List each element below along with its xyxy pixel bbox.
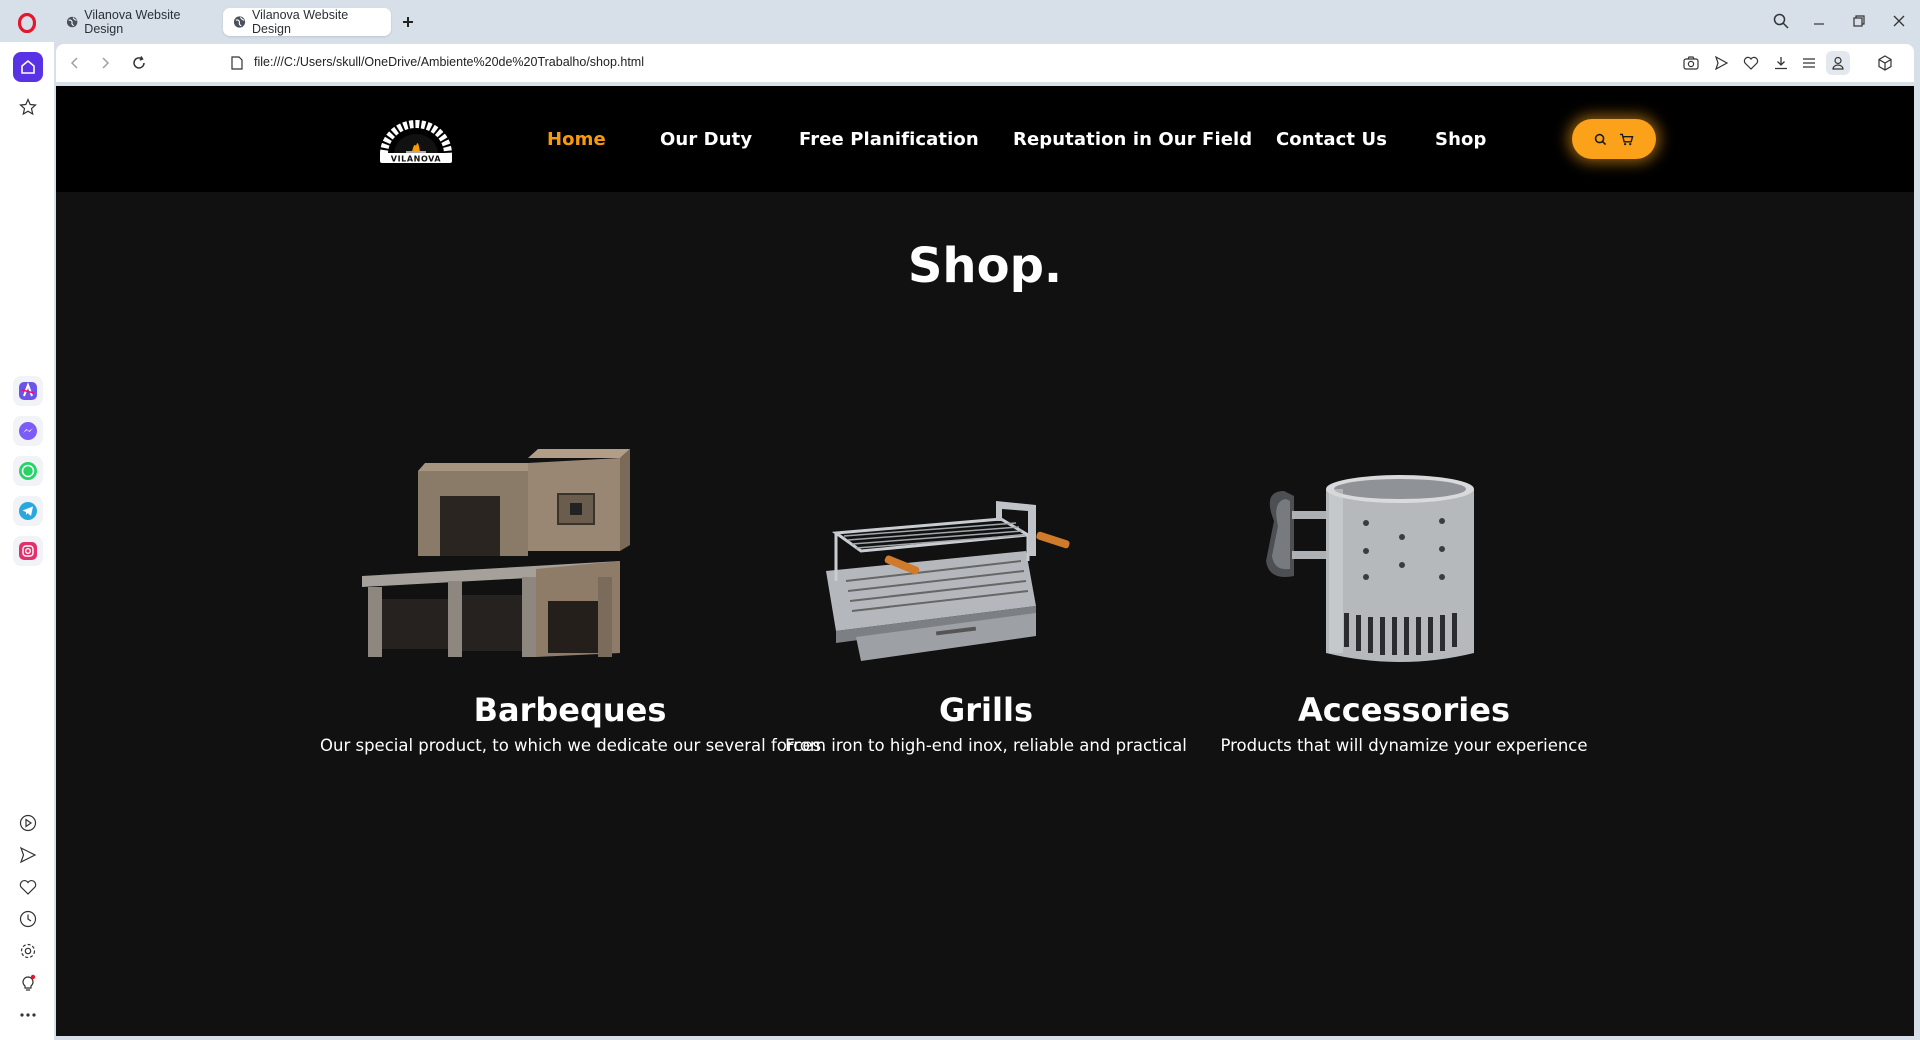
new-tab-button[interactable]	[399, 13, 417, 31]
url-input[interactable]: file:///C:/Users/skull/OneDrive/Ambiente…	[254, 55, 644, 69]
back-button[interactable]	[66, 54, 84, 72]
easy-setup-button[interactable]	[1800, 54, 1818, 72]
player-button[interactable]	[13, 808, 43, 838]
chevron-right-icon	[102, 57, 110, 69]
more-icon	[20, 1013, 36, 1017]
history-icon	[19, 910, 37, 928]
reload-button[interactable]	[130, 54, 148, 72]
snapshot-button[interactable]	[1682, 54, 1700, 72]
pinboards-button[interactable]	[13, 92, 43, 122]
globe-icon	[233, 16, 246, 28]
nav-shop[interactable]: Shop	[1435, 129, 1486, 150]
product-description: Products that will dynamize your experie…	[1220, 736, 1588, 755]
chimney-starter-image	[1154, 401, 1654, 681]
reload-icon	[133, 56, 145, 69]
vilanova-logo[interactable]: VILANOVA	[378, 116, 454, 164]
menu-lines-icon	[1803, 58, 1815, 68]
chevron-left-icon	[70, 57, 78, 69]
nav-reputation[interactable]: Reputation in Our Field	[1013, 129, 1252, 150]
user-icon	[1832, 56, 1844, 70]
telegram-button[interactable]	[13, 496, 43, 526]
site-header: VILANOVA Home Our Duty Free Planificatio…	[56, 86, 1914, 192]
flow-button[interactable]	[1712, 54, 1730, 72]
aria-icon	[19, 382, 37, 400]
tab-bar: Vilanova Website Design Vilanova Website…	[0, 0, 1920, 42]
aria-button[interactable]	[13, 376, 43, 406]
flow-sidebar-button[interactable]	[13, 840, 43, 870]
download-icon	[1775, 57, 1787, 70]
site-search-button[interactable]	[1594, 133, 1607, 146]
search-tabs-button[interactable]	[1770, 10, 1792, 32]
tips-button[interactable]	[13, 968, 43, 998]
star-icon	[19, 98, 37, 116]
messenger-button[interactable]	[13, 416, 43, 446]
whatsapp-icon	[19, 462, 37, 480]
send-icon	[1715, 56, 1728, 70]
bookmark-heart-button[interactable]	[1742, 54, 1760, 72]
minimize-button[interactable]	[1808, 10, 1830, 32]
cube-icon	[1878, 55, 1892, 71]
downloads-button[interactable]	[1772, 54, 1790, 72]
speed-dial-button[interactable]	[13, 52, 43, 82]
browser-sidebar	[0, 42, 54, 1040]
instagram-icon	[19, 542, 37, 560]
product-card-accessories[interactable]: Accessories Products that will dynamize …	[1154, 401, 1654, 755]
camera-icon	[1683, 56, 1699, 70]
extensions-button[interactable]	[1876, 54, 1894, 72]
bookmarks-button[interactable]	[13, 872, 43, 902]
tab-vilanova-2[interactable]: Vilanova Website Design	[223, 8, 391, 36]
minimize-icon	[1814, 23, 1824, 25]
instagram-button[interactable]	[13, 536, 43, 566]
profile-button[interactable]	[1826, 51, 1850, 75]
restore-button[interactable]	[1848, 10, 1870, 32]
product-title: Accessories	[1298, 691, 1510, 729]
heart-icon	[1743, 56, 1759, 70]
player-icon	[19, 814, 37, 832]
close-window-button[interactable]	[1888, 10, 1910, 32]
close-icon	[1893, 15, 1905, 27]
page-viewport: VILANOVA Home Our Duty Free Planificatio…	[56, 86, 1914, 1036]
cart-button[interactable]	[1619, 133, 1634, 146]
opera-logo-icon[interactable]	[16, 12, 38, 34]
telegram-icon	[19, 502, 37, 520]
page-title: Shop.	[907, 238, 1063, 294]
svg-text:VILANOVA: VILANOVA	[391, 155, 442, 164]
address-bar: file:///C:/Users/skull/OneDrive/Ambiente…	[56, 44, 1914, 82]
nav-our-duty[interactable]: Our Duty	[660, 129, 752, 150]
whatsapp-button[interactable]	[13, 456, 43, 486]
more-button[interactable]	[13, 1000, 43, 1030]
tab-label: Vilanova Website Design	[84, 8, 181, 36]
plus-icon	[403, 17, 413, 27]
search-icon	[1773, 13, 1789, 29]
messenger-icon	[19, 422, 37, 440]
tab-label: Vilanova Website Design	[252, 8, 349, 36]
nav-free-planification[interactable]: Free Planification	[799, 129, 979, 150]
cart-icon	[1620, 133, 1634, 145]
tips-icon	[22, 974, 36, 991]
search-cart-pill	[1572, 119, 1656, 159]
search-icon	[1594, 133, 1607, 145]
nav-contact-us[interactable]: Contact Us	[1276, 129, 1387, 150]
file-page-icon	[228, 54, 246, 72]
heart-icon	[19, 880, 37, 895]
nav-home[interactable]: Home	[547, 129, 606, 150]
forward-button[interactable]	[96, 54, 114, 72]
home-icon	[21, 59, 35, 74]
settings-icon	[20, 943, 36, 959]
history-button[interactable]	[13, 904, 43, 934]
globe-icon	[66, 16, 78, 28]
tab-vilanova-1[interactable]: Vilanova Website Design	[56, 8, 216, 36]
restore-icon	[1853, 15, 1865, 27]
settings-button[interactable]	[13, 936, 43, 966]
send-icon	[19, 846, 37, 864]
